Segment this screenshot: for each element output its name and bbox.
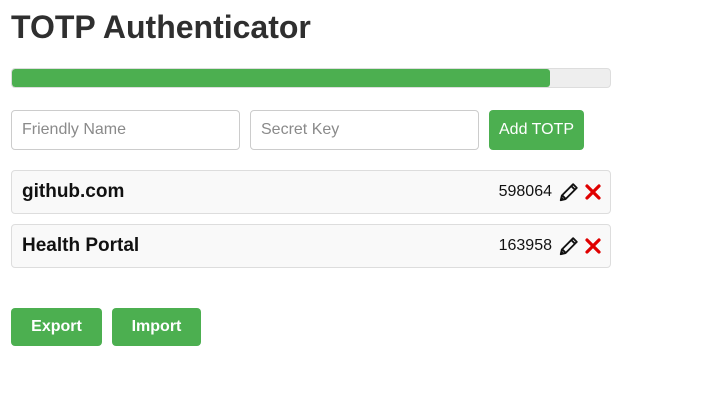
pencil-icon[interactable]	[558, 181, 580, 203]
entry-name: Health Portal	[22, 235, 140, 256]
entry-name: github.com	[22, 181, 125, 202]
close-icon[interactable]	[584, 183, 602, 201]
totp-entry: github.com 598064	[11, 170, 611, 214]
import-button[interactable]: Import	[112, 308, 201, 346]
add-totp-button[interactable]: Add TOTP	[489, 110, 584, 150]
countdown-progress-bar	[11, 68, 611, 88]
export-button[interactable]: Export	[11, 308, 102, 346]
entry-code: 163958	[498, 237, 552, 254]
countdown-progress-fill	[12, 69, 551, 87]
page-title: TOTP Authenticator	[11, 9, 311, 45]
secret-key-input[interactable]	[250, 110, 479, 150]
entry-code: 598064	[498, 183, 552, 200]
pencil-icon[interactable]	[558, 235, 580, 257]
friendly-name-input[interactable]	[11, 110, 240, 150]
close-icon[interactable]	[584, 237, 602, 255]
totp-page: TOTP Authenticator Add TOTP github.com 5…	[0, 0, 710, 400]
totp-entry: Health Portal 163958	[11, 224, 611, 268]
